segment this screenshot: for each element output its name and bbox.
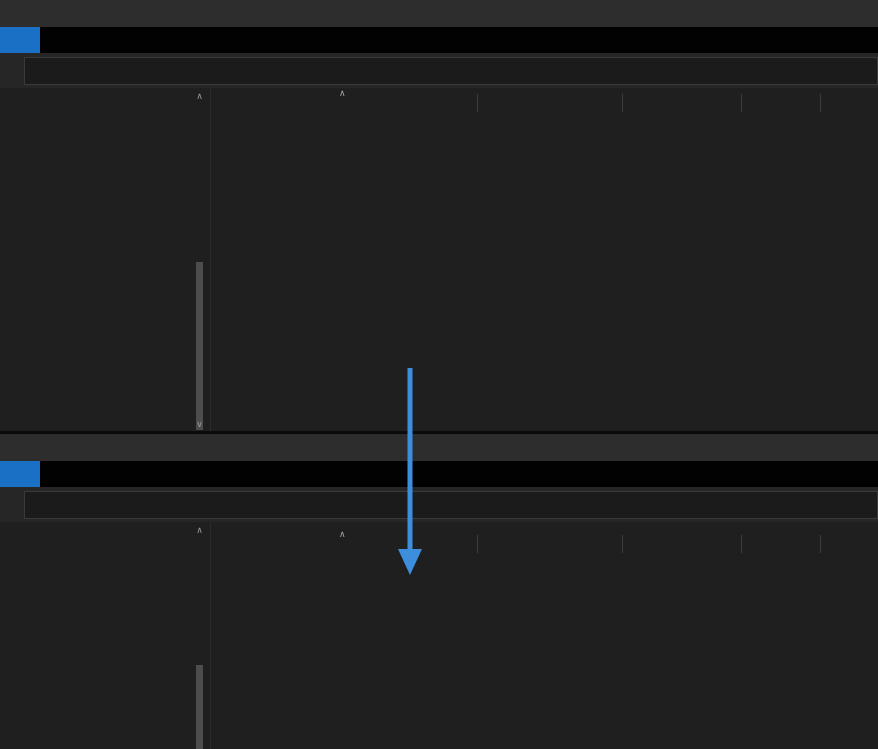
sort-ascending-icon: ∧ <box>339 88 346 98</box>
column-headers: ∧ <box>211 88 878 116</box>
tab-home[interactable] <box>40 27 82 53</box>
address-bar-row <box>0 487 878 522</box>
scroll-up-icon[interactable]: ∧ <box>193 524 206 537</box>
tab-view[interactable] <box>124 27 166 53</box>
column-divider[interactable] <box>477 94 478 112</box>
ribbon-tabs <box>0 27 878 53</box>
column-divider[interactable] <box>477 535 478 553</box>
scroll-thumb[interactable] <box>196 665 203 749</box>
column-divider[interactable] <box>741 94 742 112</box>
column-divider[interactable] <box>622 535 623 553</box>
column-divider[interactable] <box>820 535 821 553</box>
scroll-thumb[interactable] <box>196 262 203 430</box>
address-field[interactable] <box>24 56 878 85</box>
window-content: ∧ ∨ ∧ <box>0 88 878 431</box>
tab-file[interactable] <box>0 461 40 487</box>
column-divider[interactable] <box>820 94 821 112</box>
titlebar[interactable] <box>0 0 878 27</box>
navigation-pane: ∧ ∨ <box>0 88 210 431</box>
address-field[interactable] <box>24 490 878 519</box>
window-content: ∧ ∨ ∧ <box>0 522 878 749</box>
column-headers: ∧ <box>211 529 878 557</box>
address-bar-row <box>0 53 878 88</box>
sort-ascending-icon: ∧ <box>339 529 346 539</box>
explorer-window-startup: ∧ ∨ ∧ <box>0 434 878 749</box>
tab-view[interactable] <box>124 461 166 487</box>
tab-file[interactable] <box>0 27 40 53</box>
scroll-down-icon[interactable]: ∨ <box>193 418 206 431</box>
tab-share[interactable] <box>82 27 124 53</box>
sidebar-scrollbar[interactable]: ∧ ∨ <box>193 524 206 749</box>
file-list-pane: ∧ <box>210 522 878 749</box>
column-divider[interactable] <box>741 535 742 553</box>
titlebar[interactable] <box>0 434 878 461</box>
explorer-window-max: ∧ ∨ ∧ <box>0 0 878 431</box>
scroll-up-icon[interactable]: ∧ <box>193 90 206 103</box>
file-list-pane: ∧ <box>210 88 878 431</box>
tab-home[interactable] <box>40 461 82 487</box>
ribbon-tabs <box>0 461 878 487</box>
navigation-pane: ∧ ∨ <box>0 522 210 749</box>
column-divider[interactable] <box>622 94 623 112</box>
sidebar-scrollbar[interactable]: ∧ ∨ <box>193 90 206 431</box>
tab-share[interactable] <box>82 461 124 487</box>
